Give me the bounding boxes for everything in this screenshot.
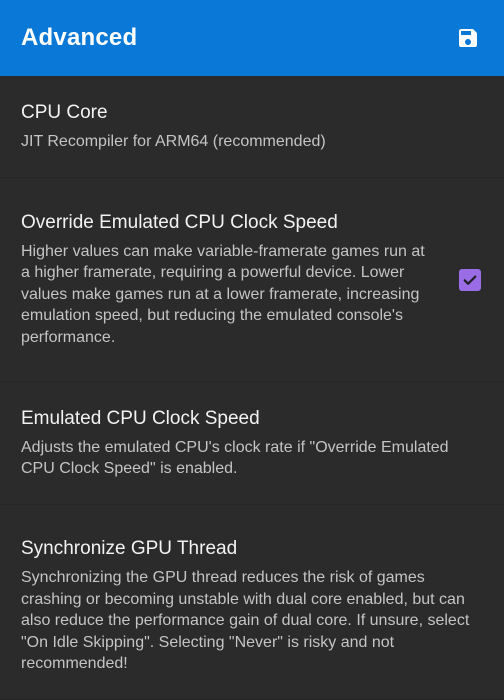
override-cpu-clock-checkbox[interactable] [459,268,481,291]
checkmark-icon [463,275,477,285]
setting-emulated-cpu-clock[interactable]: Emulated CPU Clock Speed Adjusts the emu… [0,382,504,505]
setting-description: Higher values can make variable-framerat… [21,242,425,346]
setting-synchronize-gpu-thread[interactable]: Synchronize GPU Thread Synchronizing the… [0,505,504,700]
setting-title: CPU Core [21,101,108,123]
setting-title: Override Emulated CPU Clock Speed [21,211,338,233]
save-icon [459,29,477,47]
setting-title: Synchronize GPU Thread [21,538,238,559]
setting-description: Synchronizing the GPU thread reduces the… [21,569,470,672]
setting-description: JIT Recompiler for ARM64 (recommended) [21,132,326,150]
setting-description: Adjusts the emulated CPU's clock rate if… [21,438,449,478]
setting-override-cpu-clock[interactable]: Override Emulated CPU Clock Speed Higher… [0,178,504,382]
setting-cpu-core[interactable]: CPU Core JIT Recompiler for ARM64 (recom… [0,76,504,178]
page-title: Advanced [21,24,138,51]
app-bar: Advanced [0,0,504,76]
advanced-settings-screen: Advanced CPU Core JIT Recompiler for ARM… [0,0,504,700]
settings-list: CPU Core JIT Recompiler for ARM64 (recom… [0,76,504,700]
setting-title: Emulated CPU Clock Speed [21,407,260,429]
save-button[interactable] [452,22,484,54]
